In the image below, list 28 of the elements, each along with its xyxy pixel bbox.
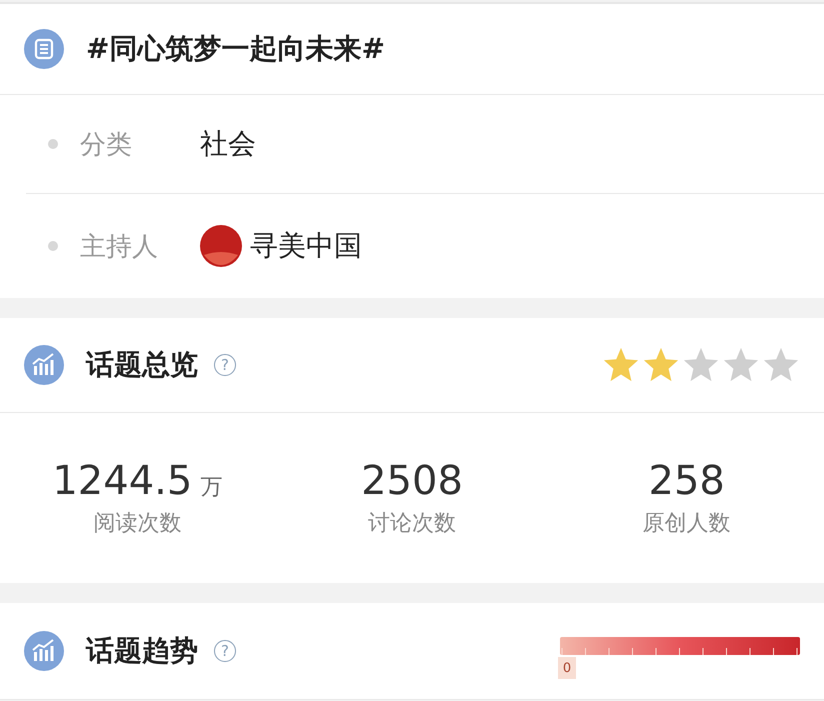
stat-label: 阅读次数 bbox=[93, 510, 182, 538]
bullet-dot bbox=[48, 241, 58, 251]
chart-icon bbox=[24, 345, 64, 385]
avatar[interactable] bbox=[200, 225, 242, 267]
stat-value: 258 bbox=[648, 458, 725, 504]
list-icon bbox=[24, 29, 64, 69]
stat-value: 2508 bbox=[361, 458, 463, 504]
trend-marker: 0 bbox=[558, 657, 576, 679]
stat-label: 原创人数 bbox=[642, 510, 731, 538]
stat-value: 1244.5 bbox=[52, 458, 192, 504]
help-button[interactable]: ? bbox=[214, 640, 236, 662]
stat-label: 讨论次数 bbox=[368, 510, 456, 538]
chart-icon bbox=[24, 631, 64, 671]
stat-unit: 万 bbox=[200, 474, 222, 502]
field-value[interactable]: 寻美中国 bbox=[250, 227, 362, 265]
field-label: 分类 bbox=[80, 128, 133, 162]
section-title: 话题总览 bbox=[86, 347, 198, 383]
field-label: 主持人 bbox=[80, 230, 159, 264]
topic-title: #同心筑梦一起向未来# bbox=[86, 31, 385, 67]
bullet-dot bbox=[48, 139, 58, 149]
star-icon bbox=[682, 346, 720, 384]
star-icon bbox=[762, 346, 800, 384]
help-button[interactable]: ? bbox=[214, 354, 236, 376]
section-title: 话题趋势 bbox=[86, 633, 198, 669]
star-icon bbox=[722, 346, 760, 384]
star-icon bbox=[602, 346, 640, 384]
field-value: 社会 bbox=[200, 126, 256, 162]
star-icon bbox=[642, 346, 680, 384]
